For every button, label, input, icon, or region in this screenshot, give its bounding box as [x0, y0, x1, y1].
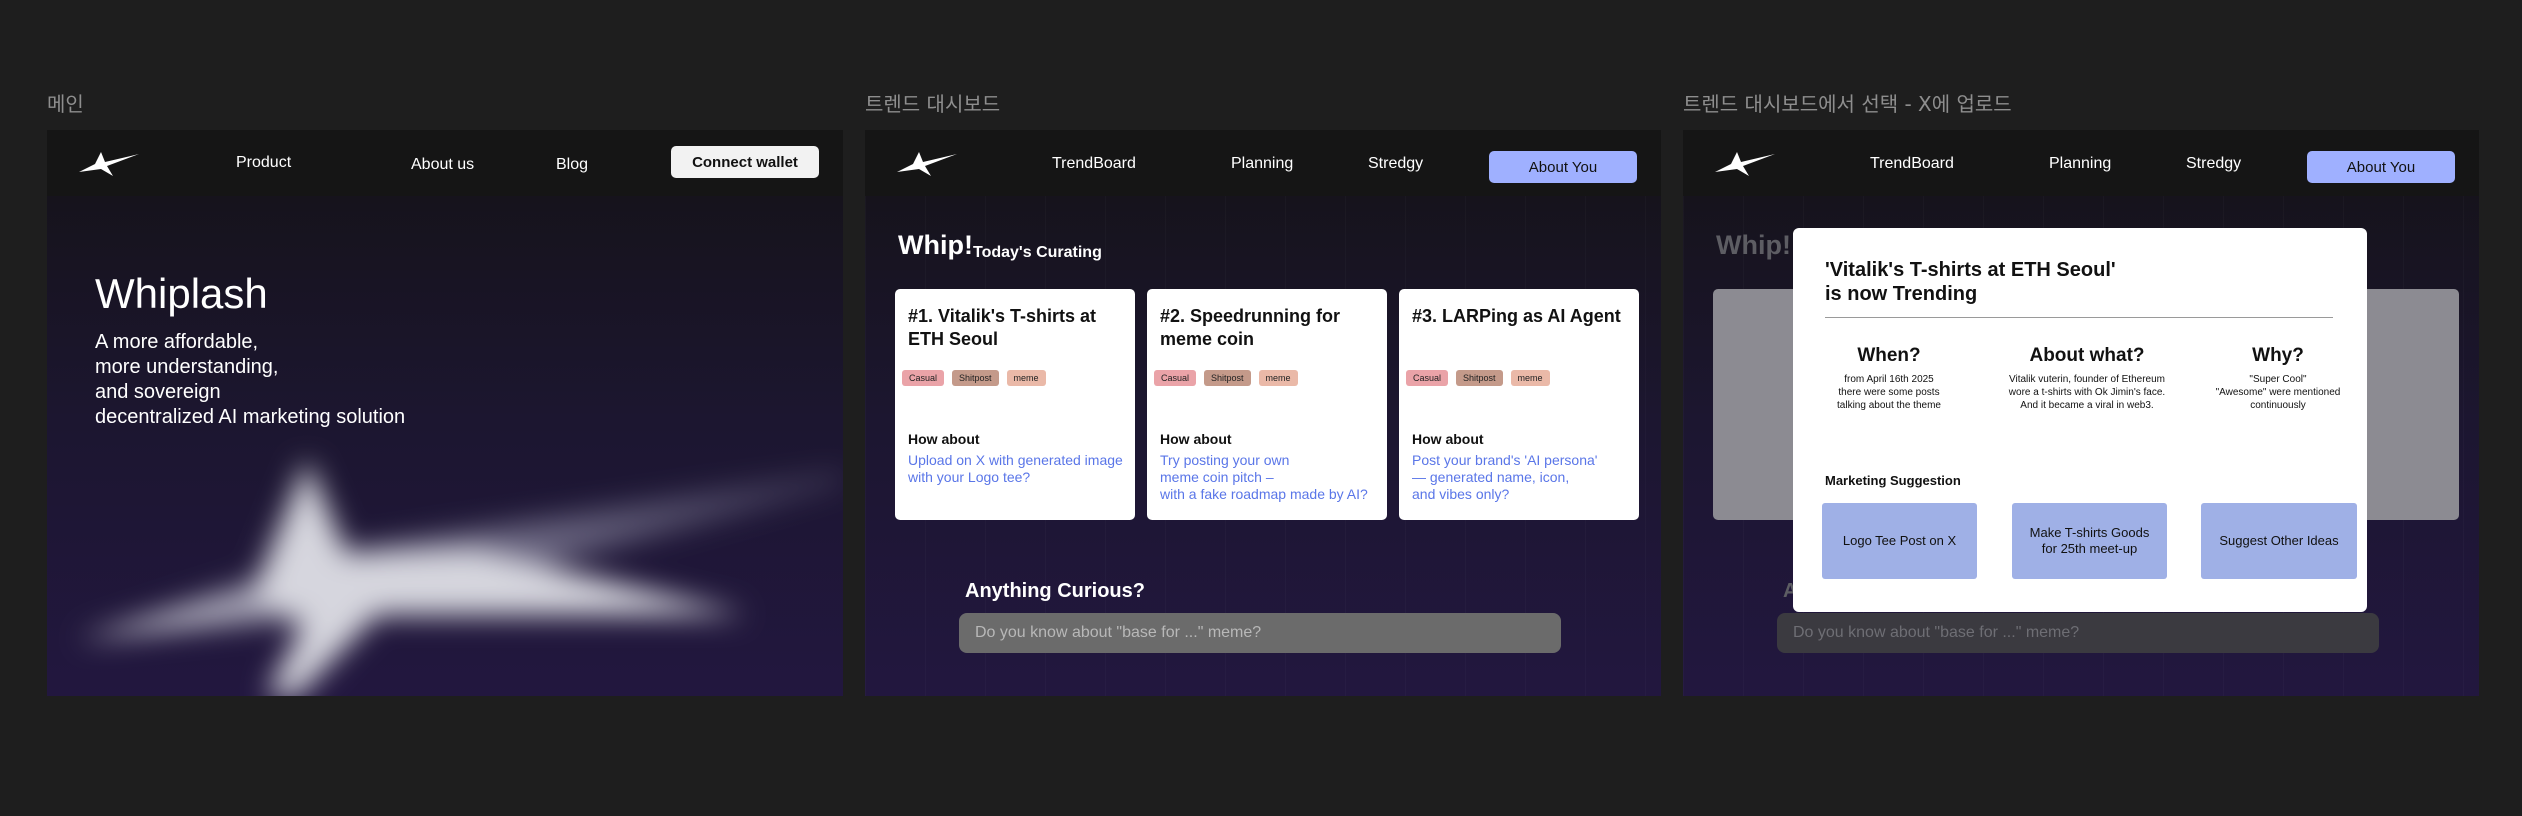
main-frame: Product About us Blog Connect wallet Whi…	[47, 130, 843, 696]
why-text: "Super Cool" "Awesome" were mentioned co…	[2215, 374, 2341, 411]
star-logo-icon[interactable]	[895, 148, 959, 178]
trend-detail-modal: 'Vitalik's T-shirts at ETH Seoul' is now…	[1793, 228, 2367, 612]
logo-tee-post-button[interactable]: Logo Tee Post on X	[1822, 503, 1977, 579]
when-heading: When?	[1857, 345, 1921, 366]
modal-divider	[1825, 317, 2333, 318]
frame-label-select: 트렌드 대시보드에서 선택 - X에 업로드	[1683, 92, 2012, 116]
whip-heading-dimmed: Whip!	[1716, 230, 1791, 260]
how-about-label: How about	[908, 431, 980, 447]
card-title: #3. LARPing as AI Agent	[1412, 306, 1621, 326]
hero-title: Whiplash	[95, 270, 268, 317]
tag-casual: Casual	[902, 370, 945, 386]
frame-label-main: 메인	[47, 92, 84, 116]
trend-card[interactable]: #3. LARPing as AI Agent Casual Shitpost …	[1399, 289, 1639, 520]
top-nav: TrendBoard Planning Stredgy About You	[1683, 130, 2479, 196]
trend-card[interactable]: #2. Speedrunning for meme coin Casual Sh…	[1147, 289, 1387, 520]
star-logo-icon[interactable]	[77, 148, 141, 178]
nav-blog[interactable]: Blog	[556, 156, 588, 174]
card-title: #1. Vitalik's T-shirts at ETH Seoul	[908, 306, 1097, 349]
about-what-heading: About what?	[2029, 345, 2145, 366]
top-nav: Product About us Blog Connect wallet	[47, 130, 843, 196]
when-text: from April 16th 2025 there were some pos…	[1837, 374, 1941, 411]
how-about-label: How about	[1412, 431, 1484, 447]
tag-meme: meme	[1258, 370, 1298, 386]
tag-shitpost: Shitpost	[1456, 370, 1503, 386]
suggest-other-ideas-button[interactable]: Suggest Other Ideas	[2201, 503, 2357, 579]
suggestion-link[interactable]: Try posting your own meme coin pitch – w…	[1160, 452, 1380, 503]
tag-shitpost: Shitpost	[1204, 370, 1251, 386]
tag-meme: meme	[1006, 370, 1046, 386]
nav-stredgy[interactable]: Stredgy	[1368, 155, 1423, 173]
star-logo-icon[interactable]	[1713, 148, 1777, 178]
suggestion-link[interactable]: Upload on X with generated image with yo…	[908, 452, 1128, 486]
why-heading: Why?	[2252, 345, 2304, 366]
hero-subtitle: A more affordable, more understanding, a…	[95, 331, 406, 428]
connect-wallet-button[interactable]: Connect wallet	[671, 146, 819, 178]
nav-about-us[interactable]: About us	[411, 156, 474, 174]
make-tshirt-goods-button[interactable]: Make T-shirts Goods for 25th meet-up	[2012, 503, 2167, 579]
curating-subheading: Today's Curating	[973, 244, 1102, 261]
nav-stredgy[interactable]: Stredgy	[2186, 155, 2241, 173]
tag-list: Casual Shitpost meme	[1406, 370, 1550, 386]
tag-list: Casual Shitpost meme	[902, 370, 1046, 386]
about-what-column: About what? Vitalik vuterin, founder of …	[1989, 345, 2185, 412]
nav-trendboard[interactable]: TrendBoard	[1870, 155, 1954, 173]
nav-planning[interactable]: Planning	[2049, 155, 2111, 173]
nav-trendboard[interactable]: TrendBoard	[1052, 155, 1136, 173]
question-input-dimmed: Do you know about "base for ..." meme?	[1777, 613, 2379, 653]
frame-label-dashboard: 트렌드 대시보드	[865, 92, 1001, 116]
why-column: Why? "Super Cool" "Awesome" were mention…	[2193, 345, 2363, 412]
suggestion-link[interactable]: Post your brand's 'AI persona' — generat…	[1412, 452, 1632, 503]
select-frame: TrendBoard Planning Stredgy About You Wh…	[1683, 130, 2479, 696]
marketing-suggestion-label: Marketing Suggestion	[1825, 473, 1961, 488]
nav-planning[interactable]: Planning	[1231, 155, 1293, 173]
about-you-button[interactable]: About You	[2307, 151, 2455, 183]
about-you-button[interactable]: About You	[1489, 151, 1637, 183]
about-what-text: Vitalik vuterin, founder of Ethereum wor…	[2008, 374, 2166, 411]
anything-curious-heading: Anything Curious?	[965, 580, 1145, 602]
trend-card[interactable]: #1. Vitalik's T-shirts at ETH Seoul Casu…	[895, 289, 1135, 520]
question-input[interactable]: Do you know about "base for ..." meme?	[959, 613, 1561, 653]
how-about-label: How about	[1160, 431, 1232, 447]
tag-shitpost: Shitpost	[952, 370, 999, 386]
top-nav: TrendBoard Planning Stredgy About You	[865, 130, 1661, 196]
modal-title: 'Vitalik's T-shirts at ETH Seoul' is now…	[1825, 259, 2116, 305]
whip-heading: Whip!	[898, 230, 973, 260]
when-column: When? from April 16th 2025 there were so…	[1801, 345, 1977, 412]
tag-casual: Casual	[1406, 370, 1449, 386]
nav-product[interactable]: Product	[236, 154, 291, 172]
tag-meme: meme	[1510, 370, 1550, 386]
dashboard-frame: TrendBoard Planning Stredgy About You Wh…	[865, 130, 1661, 696]
card-title: #2. Speedrunning for meme coin	[1160, 306, 1341, 349]
tag-casual: Casual	[1154, 370, 1197, 386]
tag-list: Casual Shitpost meme	[1154, 370, 1298, 386]
